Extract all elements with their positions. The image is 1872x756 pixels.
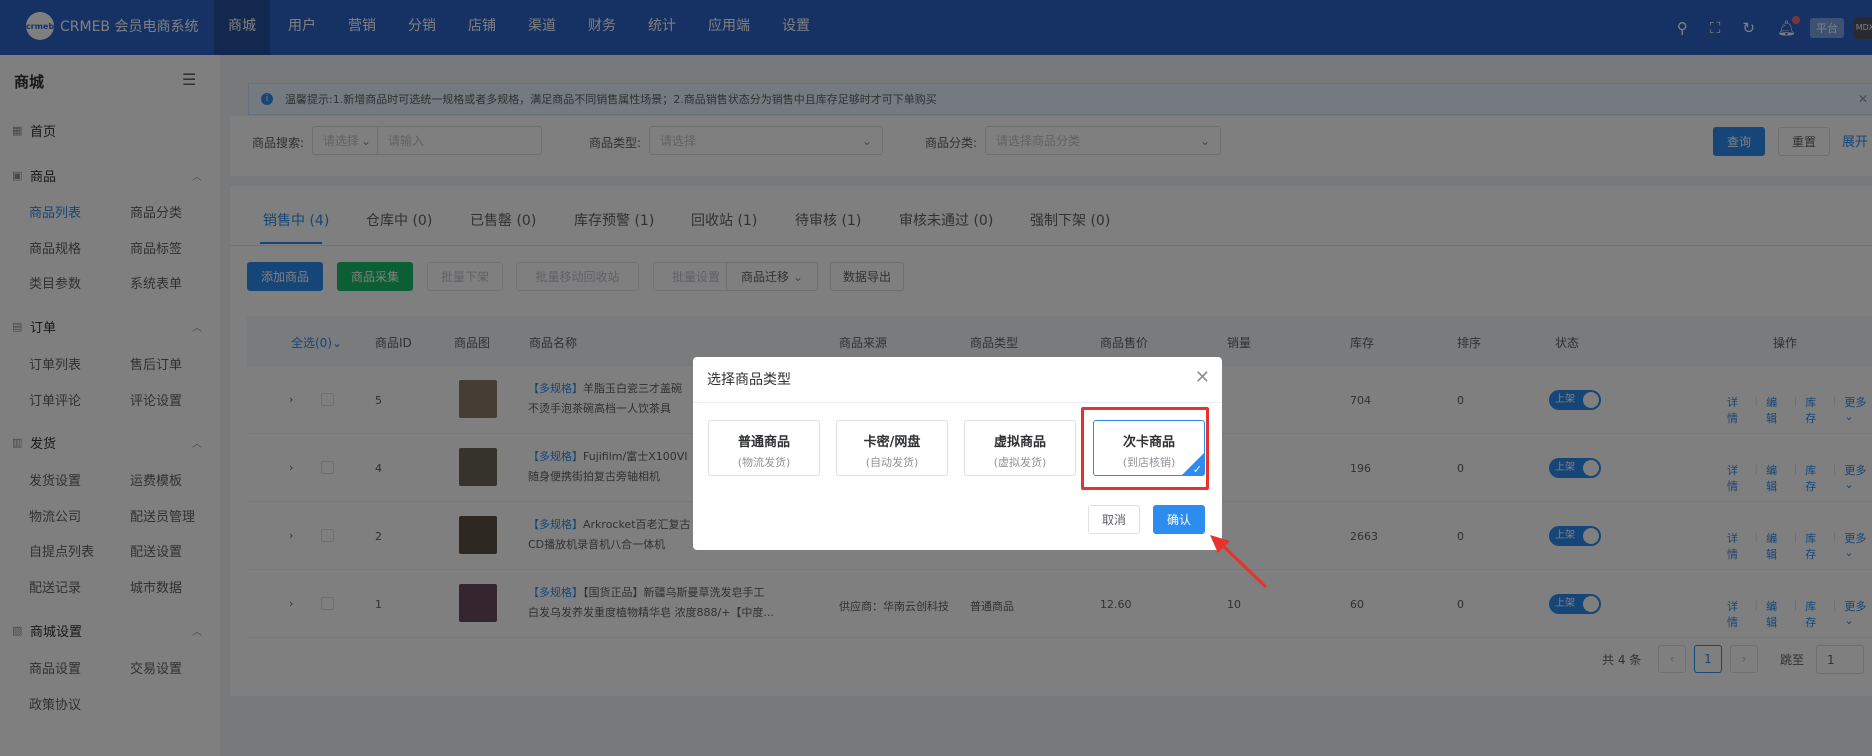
- type-option-card-key[interactable]: 卡密/网盘 (自动发货): [836, 420, 948, 476]
- type-option-name: 虚拟商品: [993, 435, 1046, 450]
- annotation-arrow-icon: [1210, 535, 1268, 589]
- type-option-name: 卡密/网盘: [863, 435, 921, 450]
- type-option-normal[interactable]: 普通商品 (物流发货): [708, 420, 820, 476]
- select-goods-type-dialog: 选择商品类型 ✕ 普通商品 (物流发货) 卡密/网盘 (自动发货) 虚拟商品 (…: [693, 357, 1222, 550]
- dialog-title: 选择商品类型: [707, 372, 791, 388]
- type-option-virtual[interactable]: 虚拟商品 (虚拟发货): [964, 420, 1076, 476]
- type-option-desc: (虚拟发货): [993, 456, 1047, 469]
- close-icon[interactable]: ✕: [1195, 367, 1210, 388]
- type-option-name: 普通商品: [737, 435, 790, 450]
- confirm-button[interactable]: 确认: [1153, 505, 1205, 534]
- type-option-desc: (物流发货): [737, 456, 791, 469]
- dialog-divider: [693, 402, 1222, 403]
- annotation-highlight-box: [1081, 407, 1209, 490]
- type-option-desc: (自动发货): [865, 456, 919, 469]
- cancel-button[interactable]: 取消: [1088, 505, 1140, 534]
